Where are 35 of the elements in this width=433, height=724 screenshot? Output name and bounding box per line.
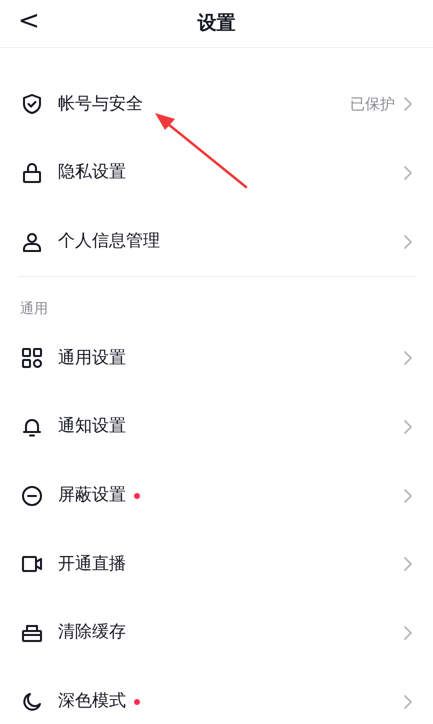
settings-row[interactable]: 帐号与安全 已保护 [0, 70, 433, 139]
settings-row[interactable]: 清除缓存 [0, 598, 433, 668]
settings-row[interactable]: 屏蔽设置 [0, 461, 433, 530]
row-label: 屏蔽设置 [58, 484, 126, 508]
row-label: 帐号与安全 [58, 92, 143, 116]
lock-icon [20, 161, 44, 186]
row-label: 通知设置 [58, 415, 126, 438]
row-label: 隐私设置 [58, 161, 126, 184]
settings-row[interactable]: 隐私设置 [0, 138, 433, 208]
section-title: 通用 [20, 301, 48, 318]
settings-row[interactable]: 通知设置 [0, 392, 433, 462]
chevron-right-icon [403, 694, 413, 710]
settings-row[interactable]: 个人信息管理 [0, 207, 433, 276]
back-button[interactable]: < [18, 8, 40, 34]
grid-icon [20, 346, 44, 370]
chevron-right-icon [403, 556, 413, 572]
settings-row[interactable]: 深色模式 [0, 668, 433, 724]
row-label: 深色模式 [58, 690, 126, 714]
chevron-right-icon [403, 488, 413, 504]
row-label: 清除缓存 [58, 621, 126, 644]
chevron-right-icon [403, 350, 413, 366]
settings-row[interactable]: 开通直播 [0, 530, 433, 599]
settings-row[interactable]: 通用设置 [0, 324, 433, 393]
shield-check-icon [20, 92, 44, 116]
row-label: 开通直播 [58, 552, 126, 576]
chevron-right-icon [403, 625, 413, 642]
page-title: 设置 [198, 11, 236, 36]
status-text: 已保护 [350, 94, 395, 116]
row-label: 通用设置 [58, 346, 126, 370]
row-label: 个人信息管理 [58, 230, 160, 253]
chevron-right-icon [403, 419, 413, 436]
chevron-right-icon [403, 234, 413, 250]
chevron-right-icon [403, 96, 413, 112]
minus-circle-icon [20, 484, 44, 508]
chevron-right-icon [403, 165, 413, 182]
